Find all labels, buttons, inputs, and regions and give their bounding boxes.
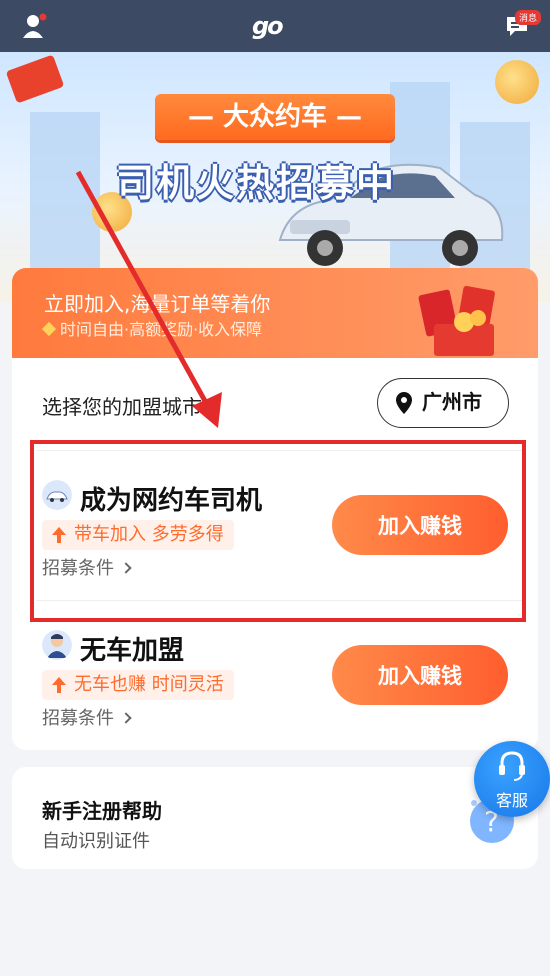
help-title: 新手注册帮助 bbox=[42, 799, 162, 823]
help-subtitle: 自动识别证件 bbox=[42, 831, 150, 852]
option-no-car: 无车加盟 无车也赚 时间灵活 招募条件 加入赚钱 bbox=[12, 600, 538, 750]
top-bar: go 消息 bbox=[0, 0, 550, 52]
help-card[interactable]: 新手注册帮助 自动识别证件 ? bbox=[12, 767, 538, 869]
recruit-conditions-label: 招募条件 bbox=[42, 708, 114, 729]
headset-icon bbox=[499, 751, 525, 781]
city-value: 广州市 bbox=[422, 390, 482, 414]
arrow-up-icon bbox=[52, 677, 66, 693]
option-tag: 无车也赚 时间灵活 bbox=[42, 670, 234, 700]
coin-icon bbox=[495, 60, 539, 104]
option-title: 无车加盟 bbox=[80, 636, 185, 666]
red-envelope-icon bbox=[5, 54, 65, 104]
annotation-arrow bbox=[75, 170, 222, 428]
customer-service-label: 客服 bbox=[495, 791, 528, 810]
location-pin-icon bbox=[396, 392, 412, 414]
app-logo: go bbox=[252, 12, 284, 40]
recruit-conditions-link[interactable]: 招募条件 bbox=[42, 704, 132, 730]
gift-box-icon bbox=[418, 286, 495, 356]
message-badge: 消息 bbox=[515, 10, 542, 25]
option-tag-text: 无车也赚 时间灵活 bbox=[74, 674, 224, 695]
diamond-icon bbox=[41, 321, 57, 337]
join-earn-button[interactable]: 加入赚钱 bbox=[332, 645, 508, 705]
banner-title: — 大众约车 — bbox=[155, 94, 395, 140]
highlight-box bbox=[30, 440, 526, 622]
customer-service-button[interactable]: 客服 bbox=[474, 741, 550, 817]
chevron-right-icon bbox=[120, 712, 132, 724]
driver-avatar-icon bbox=[42, 630, 72, 660]
user-icon[interactable] bbox=[22, 12, 48, 40]
city-select-button[interactable]: 广州市 bbox=[377, 378, 509, 428]
